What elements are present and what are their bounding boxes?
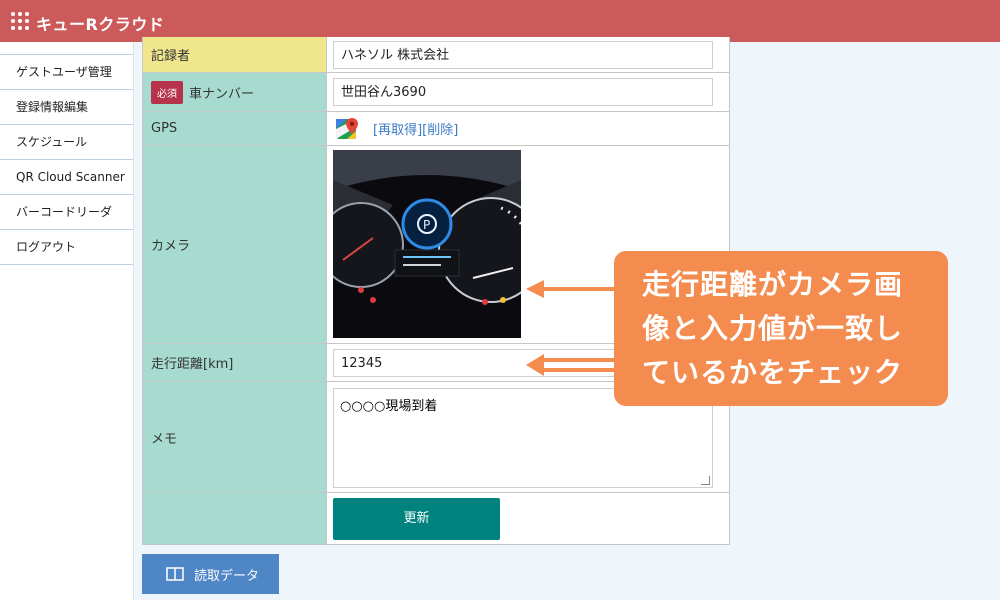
- callout-line-2: 像と入力値が一致し: [642, 312, 904, 345]
- arrow-head-mileage-icon: [526, 354, 544, 376]
- callout-box: 走行距離がカメラ画 像と入力値が一致し ているかをチェック: [614, 251, 948, 406]
- callout-line-3: ているかをチェック: [642, 356, 904, 389]
- callout-line-1: 走行距離がカメラ画: [642, 268, 904, 301]
- arrow-head-photo-icon: [526, 280, 544, 298]
